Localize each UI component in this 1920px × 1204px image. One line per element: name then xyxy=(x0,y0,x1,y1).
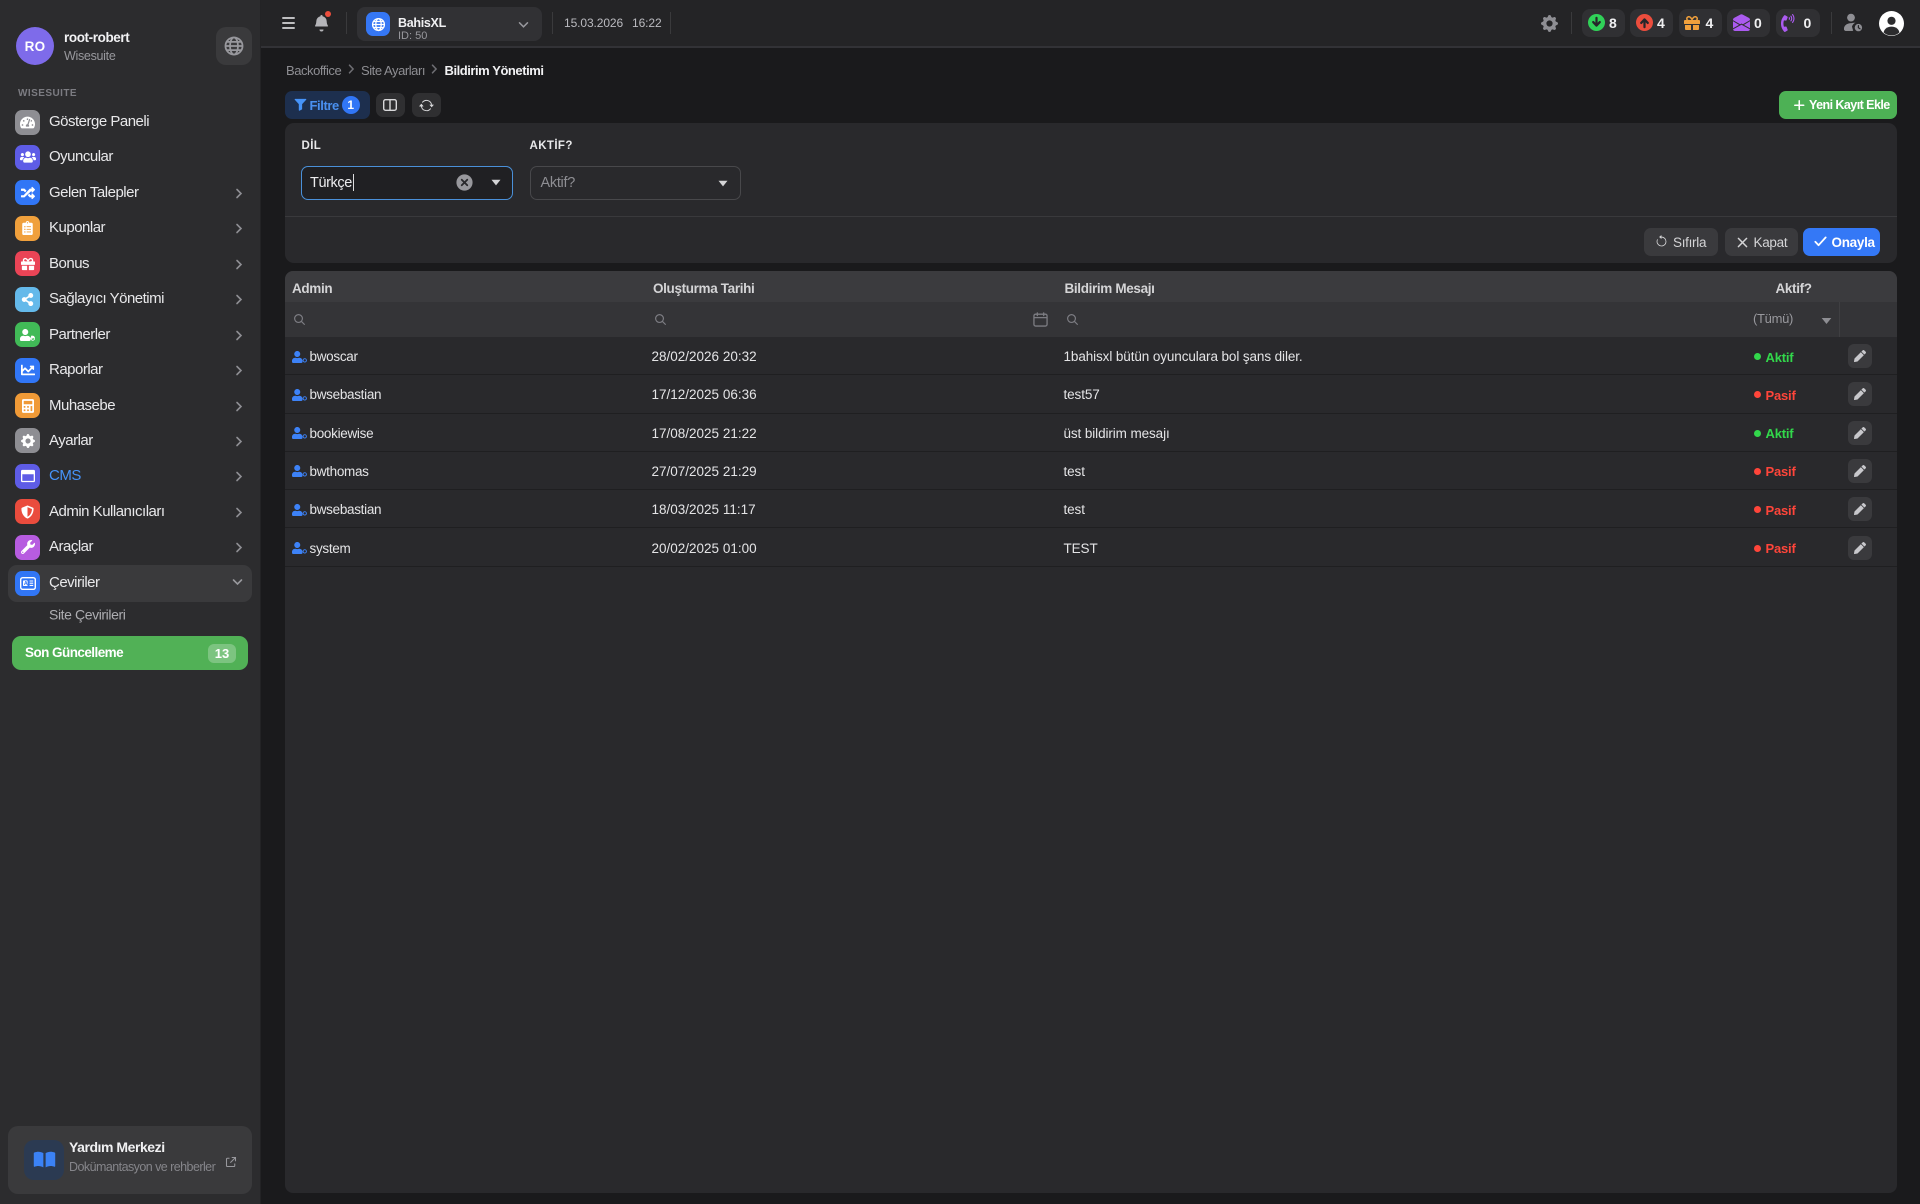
svg-text:A: A xyxy=(23,581,27,587)
